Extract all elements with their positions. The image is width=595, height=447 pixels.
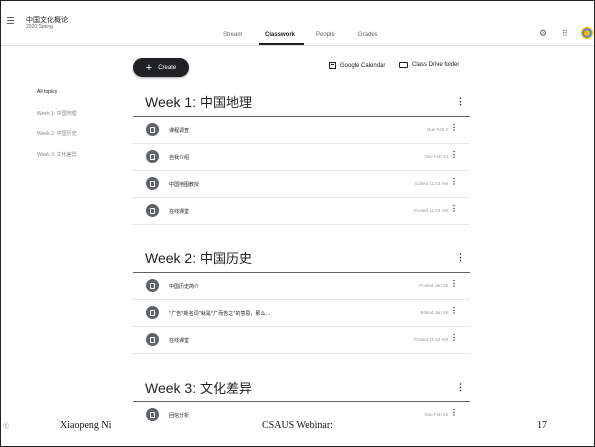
class-drive-folder-link[interactable]: Class Drive folder [399,62,459,68]
more-vert-icon[interactable]: ⋮ [456,383,465,392]
item-title: 中国地图教授 [169,182,200,188]
item-title: 自我介绍 [169,155,190,161]
material-icon [146,279,159,292]
plus-icon: + [145,61,153,74]
class-drive-folder-label: Class Drive folder [412,62,460,68]
more-vert-icon[interactable]: ⋮ [450,205,458,213]
question-icon [146,306,159,319]
top-bar: 中国文化概论 2020 Spring Stream Classwork Peop… [1,1,594,46]
material-icon [146,333,159,346]
apps-grid-icon[interactable]: ⠿ [562,29,568,38]
create-label: Create [158,64,177,71]
list-item[interactable]: 中国历史简介 Posted Jan 28 ⋮ [133,273,470,300]
footer-event: CSAUS Webinar: [262,420,333,431]
page-number: 17 [537,420,547,431]
sidebar-item-week-2[interactable]: Week 2: 中国历史 [37,130,77,137]
item-meta: Due Feb 16 [424,412,448,417]
menu-icon[interactable] [7,17,14,24]
item-title: 回信分析 [169,413,190,419]
list-item[interactable]: 在线课堂 Posted 11:44 AM ⋮ [133,327,470,354]
section-title-prefix: Week 1: [145,94,200,110]
more-vert-icon[interactable]: ⋮ [450,280,458,288]
item-meta: Posted 11:44 AM [414,337,448,342]
google-calendar-label: Google Calendar [340,62,386,69]
section-title-prefix: Week 2: [145,250,200,266]
section-title-topic: 文化差异 [200,382,253,397]
section-title-topic: 中国历史 [200,252,253,267]
item-title: "广告"新名词"就是"广而告之"的意思，那么... [169,311,271,317]
item-meta: Due Feb 2 [426,127,448,132]
section-title-topic: 中国地理 [200,96,253,111]
tab-classwork[interactable]: Classwork [265,32,295,38]
calendar-icon [329,62,336,69]
more-vert-icon[interactable]: ⋮ [450,409,458,417]
assignment-icon [146,150,159,163]
gear-icon[interactable]: ⚙ [539,29,547,38]
sidebar-item-week-3[interactable]: Week 3: 文化差异 [37,151,77,158]
more-vert-icon[interactable]: ⋮ [450,178,458,186]
tab-grades[interactable]: Grades [358,32,378,38]
footer-icon: ⓒ [3,424,10,430]
tab-people[interactable]: People [316,32,335,38]
item-meta: Due Feb 14 [424,154,448,159]
assignment-icon [146,123,159,136]
sidebar-item-week-1[interactable]: Week 1: 中国地理 [37,110,77,117]
item-meta: Edited 11:43 AM [415,181,448,186]
item-title: 在线课堂 [169,338,190,344]
list-item[interactable]: 自我介绍 Due Feb 14 ⋮ [133,144,470,171]
section-title-week-1: Week 1: 中国地理 [145,92,252,111]
item-meta: Posted 11:43 AM [414,208,448,213]
more-vert-icon[interactable]: ⋮ [450,151,458,159]
section-title-prefix: Week 3: [145,380,200,396]
assignment-icon [146,408,159,421]
folder-icon [399,62,408,68]
create-button[interactable]: + Create [133,58,189,77]
list-item[interactable]: 课程调查 Due Feb 2 ⋮ [133,117,470,144]
item-meta: Edited Jan 28 [420,310,448,315]
active-tab-indicator [259,43,304,45]
item-title: 在线课堂 [169,209,190,215]
item-title: 中国历史简介 [169,284,200,290]
section-title-week-3: Week 3: 文化差异 [145,378,252,397]
material-icon [146,204,159,217]
sidebar-item-all-topics[interactable]: All topics [37,89,57,95]
material-icon [146,177,159,190]
more-vert-icon[interactable]: ⋮ [456,253,465,262]
more-vert-icon[interactable]: ⋮ [450,307,458,315]
google-calendar-link[interactable]: Google Calendar [329,62,385,69]
list-item[interactable]: "广告"新名词"就是"广而告之"的意思，那么... Edited Jan 28 … [133,300,470,327]
footer-author: Xiaopeng Ni [60,420,112,431]
tab-stream[interactable]: Stream [223,32,242,38]
list-item[interactable]: 在线课堂 Posted 11:43 AM ⋮ [133,198,470,225]
list-item[interactable]: 中国地图教授 Edited 11:43 AM ⋮ [133,171,470,198]
class-subtitle: 2020 Spring [26,24,53,30]
more-vert-icon[interactable]: ⋮ [450,334,458,342]
section-title-week-2: Week 2: 中国历史 [145,248,252,267]
more-vert-icon[interactable]: ⋮ [450,124,458,132]
avatar[interactable] [581,27,593,39]
item-title: 课程调查 [169,128,190,134]
item-meta: Posted Jan 28 [419,283,448,288]
more-vert-icon[interactable]: ⋮ [456,97,465,106]
